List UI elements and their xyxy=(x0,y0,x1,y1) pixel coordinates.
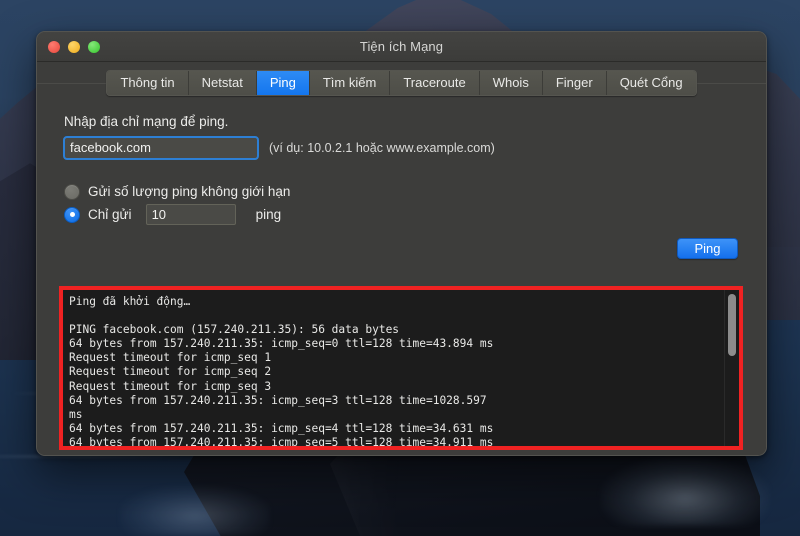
wallpaper-sea-foam xyxy=(600,456,770,526)
ping-button[interactable]: Ping xyxy=(677,238,738,259)
console-scrollbar-thumb[interactable] xyxy=(728,294,736,356)
console-line: Request timeout for icmp_seq 2 xyxy=(69,365,272,379)
radio-row-unlimited[interactable]: Gửi số lượng ping không giới hạn xyxy=(64,180,766,203)
console-line: PING facebook.com (157.240.211.35): 56 d… xyxy=(69,323,400,337)
address-input[interactable] xyxy=(63,136,259,160)
console-line: ms xyxy=(69,407,83,421)
tab-thong-tin[interactable]: Thông tin xyxy=(107,71,189,95)
ping-form: Nhập địa chỉ mạng để ping. (ví dụ: 10.0.… xyxy=(37,104,766,226)
window-traffic-lights xyxy=(48,40,100,53)
address-row: (ví dụ: 10.0.2.1 hoặc www.example.com) xyxy=(63,136,766,160)
console-line: Ping đã khởi động… xyxy=(69,295,191,308)
console-scrollbar[interactable] xyxy=(724,290,739,446)
radio-unlimited-icon[interactable] xyxy=(64,183,80,200)
tab-netstat[interactable]: Netstat xyxy=(188,71,257,95)
console-line: Request timeout for icmp_seq 1 xyxy=(69,351,272,365)
zoom-button[interactable] xyxy=(88,40,100,53)
radio-row-count[interactable]: Chỉ gửi ping xyxy=(64,203,766,226)
ping-mode-radio-group: Gửi số lượng ping không giới hạn Chỉ gửi… xyxy=(64,180,766,226)
tab-finger[interactable]: Finger xyxy=(542,71,607,95)
wallpaper-sea-foam xyxy=(120,486,270,536)
console-line: 64 bytes from 157.240.211.35: icmp_seq=4… xyxy=(69,421,494,435)
tab-traceroute[interactable]: Traceroute xyxy=(390,71,480,95)
radio-count-label: Chỉ gửi xyxy=(88,207,132,222)
console-line: 64 bytes from 157.240.211.35: icmp_seq=0… xyxy=(69,337,494,351)
tab-tim-kiem[interactable]: Tìm kiếm xyxy=(309,71,391,95)
console-line: Request timeout for icmp_seq 3 xyxy=(69,379,272,393)
ping-count-unit-label: ping xyxy=(255,207,282,222)
tab-group: Thông tin Netstat Ping Tìm kiếm Tracerou… xyxy=(106,70,697,96)
ping-count-input[interactable] xyxy=(145,204,236,225)
tab-quet-cong[interactable]: Quét Cổng xyxy=(606,71,696,95)
console-line: 64 bytes from 157.240.211.35: icmp_seq=3… xyxy=(69,393,487,407)
radio-count-icon[interactable] xyxy=(64,206,80,223)
tab-whois[interactable]: Whois xyxy=(479,71,543,95)
ping-output-highlight-box: Ping đã khởi động… PING facebook.com (157… xyxy=(59,286,743,450)
window-content: Thông tin Netstat Ping Tìm kiếm Tracerou… xyxy=(37,62,766,455)
minimize-button[interactable] xyxy=(68,40,80,53)
ping-output-console[interactable]: Ping đã khởi động… PING facebook.com (157… xyxy=(63,290,724,446)
console-line: 64 bytes from 157.240.211.35: icmp_seq=5… xyxy=(69,435,494,446)
instruction-label: Nhập địa chỉ mạng để ping. xyxy=(64,114,229,129)
close-button[interactable] xyxy=(48,40,60,53)
window-title: Tiện ích Mạng xyxy=(359,39,444,54)
radio-unlimited-label: Gửi số lượng ping không giới hạn xyxy=(88,184,291,199)
address-example-label: (ví dụ: 10.0.2.1 hoặc www.example.com) xyxy=(269,141,495,155)
tab-bar: Thông tin Netstat Ping Tìm kiếm Tracerou… xyxy=(37,62,766,104)
window-titlebar[interactable]: Tiện ích Mạng xyxy=(37,32,766,62)
network-utility-window: Tiện ích Mạng Thông tin Netstat Ping Tìm… xyxy=(36,31,767,456)
tab-ping[interactable]: Ping xyxy=(256,71,310,95)
